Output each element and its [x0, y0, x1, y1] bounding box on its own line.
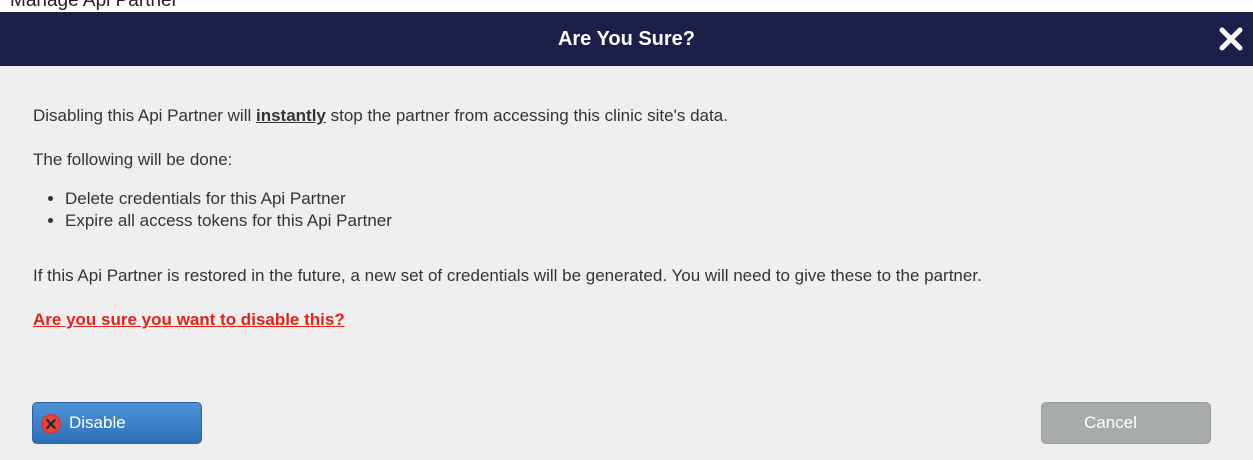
intro-text: Disabling this Api Partner will instantl… [33, 106, 728, 126]
following-label: The following will be done: [33, 150, 233, 169]
list-item: Delete credentials for this Api Partner [65, 188, 392, 210]
restore-note: If this Api Partner is restored in the f… [33, 266, 982, 285]
cancel-label: Cancel [1084, 413, 1137, 432]
intro-before: Disabling this Api Partner will [33, 106, 256, 125]
background-page-title-fragment: Manage Api Partner [0, 0, 1253, 12]
intro-emphasis: instantly [255, 106, 326, 125]
background-page-title: Manage Api Partner [10, 0, 178, 11]
actions-list: Delete credentials for this Api Partner … [33, 188, 392, 232]
disable-button[interactable]: Disable [32, 402, 202, 444]
close-button[interactable] [1217, 25, 1245, 53]
x-circle-icon [41, 414, 61, 434]
list-item: Expire all access tokens for this Api Pa… [65, 210, 392, 232]
dialog-header: Are You Sure? [0, 12, 1253, 66]
intro-after: stop the partner from accessing this cli… [325, 106, 728, 125]
dialog-title: Are You Sure? [557, 28, 696, 50]
cancel-button[interactable]: Cancel [1041, 402, 1211, 444]
disable-label: Disable [69, 413, 126, 432]
close-icon[interactable] [1217, 25, 1245, 53]
confirm-question[interactable]: Are you sure you want to disable this? [33, 310, 345, 330]
confirm-dialog: Are You Sure? Disabling this Api Partner… [0, 12, 1253, 460]
